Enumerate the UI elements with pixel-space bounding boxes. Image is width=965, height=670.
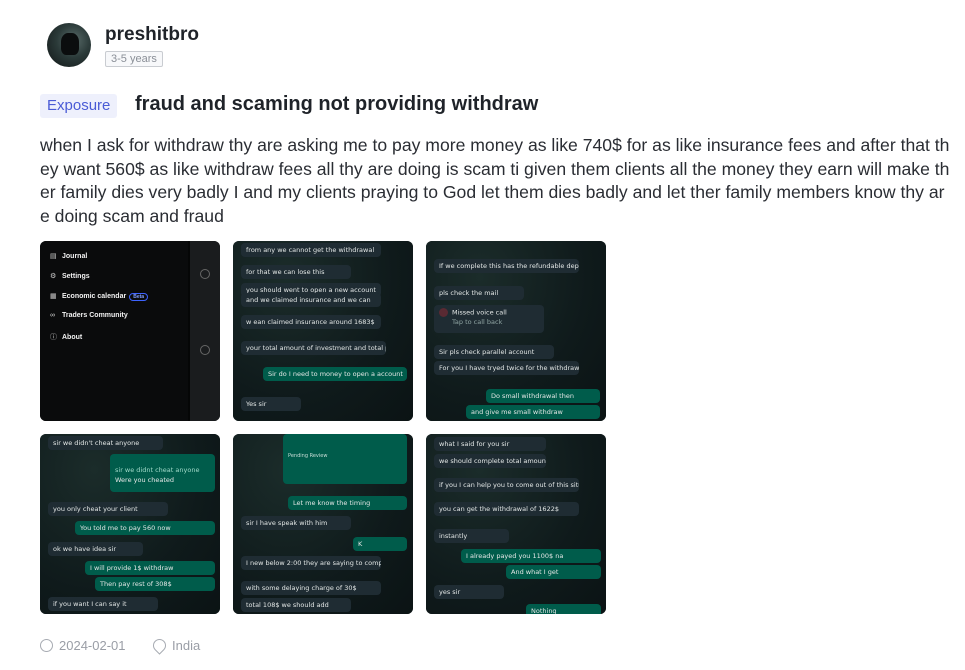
reply-bubble: sir we didnt cheat anyone Were you cheat…	[110, 454, 215, 492]
menu-item-label: About	[62, 334, 83, 341]
chat-message: sir we didn't cheat anyone	[48, 436, 163, 450]
chat-message: Sir pls check parallel account	[434, 345, 554, 359]
chat-message: Yes sir	[241, 397, 301, 411]
chat-message: I will provide 1$ withdraw	[85, 561, 215, 575]
missed-call-icon	[439, 308, 448, 317]
screenshot-chat-2[interactable]: from any we cannot get the withdrawal fo…	[233, 241, 413, 421]
chat-message: total 108$ we should add	[241, 598, 351, 612]
chat-message: w ean claimed insurance around 1683$	[241, 315, 381, 329]
screenshot-chat-3[interactable]: If we complete this has the refundable d…	[426, 241, 606, 421]
call-back-label: Tap to call back	[452, 317, 503, 326]
journal-icon: ▤	[50, 253, 57, 260]
quoted-message: sir we didnt cheat anyone	[115, 466, 200, 474]
user-name[interactable]: preshitbro	[105, 24, 199, 46]
chat-message: instantly	[434, 529, 509, 543]
user-avatar[interactable]	[47, 23, 91, 67]
chat-message: and give me small withdraw	[466, 405, 600, 419]
info-icon	[200, 345, 210, 355]
calendar-icon: ▦	[50, 293, 57, 300]
menu-side-strip	[190, 241, 220, 421]
chat-message: for that we can lose this	[241, 265, 351, 279]
chat-message: and we claimed insurance and we can	[241, 293, 381, 307]
chat-message: And what I get	[506, 565, 601, 579]
chat-message: your total amount of investment and tota…	[241, 341, 386, 355]
community-icon: ∞	[50, 312, 55, 319]
menu-panel	[40, 241, 188, 421]
post-location-text: India	[172, 638, 201, 653]
chat-message: Then pay rest of 308$	[95, 577, 215, 591]
exposure-tag[interactable]: Exposure	[40, 94, 118, 118]
chat-message: Let me know the timing	[288, 496, 407, 510]
experience-badge: 3-5 years	[105, 51, 163, 67]
screenshot-chat-6[interactable]: what I said for you sir we should comple…	[426, 434, 606, 614]
chat-message: if you want I can say it	[48, 597, 158, 611]
chat-message: yes sir	[434, 585, 504, 599]
chat-message: Nothing	[526, 604, 601, 614]
chat-message: you can get the withdrawal of 1622$	[434, 502, 579, 516]
chat-message: ok we have idea sir	[48, 542, 143, 556]
reply-message: Were you cheated	[115, 476, 174, 484]
review-status: Pending Review	[288, 453, 328, 459]
chat-message: with some delaying charge of 30$	[241, 581, 381, 595]
post-location: India	[150, 636, 201, 655]
menu-item-journal: ▤ Journal	[50, 252, 87, 260]
chat-message: sir I have speak with him	[241, 516, 351, 530]
clock-icon	[40, 639, 53, 652]
info-icon: ⓘ	[50, 334, 57, 341]
gear-icon: ⚙	[50, 273, 57, 280]
beta-badge: Beta	[129, 293, 149, 301]
location-pin-icon	[150, 636, 169, 655]
chat-message: you only cheat your client	[48, 502, 168, 516]
chat-message: what I said for you sir	[434, 437, 546, 451]
chat-message: pls check the mail	[434, 286, 524, 300]
screenshot-chat-4[interactable]: sir we didn't cheat anyone sir we didnt …	[40, 434, 220, 614]
menu-item-economic-calendar: ▦ Economic calendar Beta	[50, 292, 149, 301]
chat-message: You told me to pay 560 now	[75, 521, 215, 535]
menu-item-label: Settings	[62, 273, 90, 280]
image-message: Pending Review	[283, 434, 407, 484]
chat-message: from any we cannot get the withdrawal	[241, 243, 381, 257]
missed-call-card: Missed voice call Tap to call back	[434, 305, 544, 333]
chat-message: I already payed you 1100$ na	[461, 549, 601, 563]
menu-item-about: ⓘ About	[50, 332, 82, 342]
chat-message: if you I can help you to come out of thi…	[434, 478, 579, 492]
post-date-text: 2024-02-01	[59, 638, 126, 653]
menu-item-label: Economic calendar	[62, 293, 127, 300]
menu-item-traders-community: ∞ Traders Community	[50, 312, 128, 319]
chat-message: For you I have tryed twice for the withd…	[434, 361, 579, 375]
chat-message: I new below 2:00 they are saying to comp…	[241, 556, 381, 570]
chat-message: Sir do I need to money to open a account	[263, 367, 407, 381]
chat-message: K	[353, 537, 407, 551]
info-icon	[200, 269, 210, 279]
chat-message: If we complete this has the refundable d…	[434, 259, 579, 273]
screenshot-chat-5[interactable]: Pending Review Let me know the timing si…	[233, 434, 413, 614]
menu-item-label: Traders Community	[62, 312, 128, 319]
post-body: when I ask for withdraw thy are asking m…	[40, 135, 950, 226]
chat-message: we should complete total amount	[434, 454, 546, 468]
menu-item-settings: ⚙ Settings	[50, 272, 90, 280]
menu-item-label: Journal	[62, 253, 88, 260]
post-date: 2024-02-01	[40, 638, 126, 653]
screenshot-app-menu[interactable]: ▤ Journal ⚙ Settings ▦ Economic calendar Bet…	[40, 241, 220, 421]
post-title: fraud and scaming not providing withdraw	[135, 93, 539, 115]
missed-call-label: Missed voice call	[452, 308, 507, 317]
chat-message: Do small withdrawal then	[486, 389, 600, 403]
